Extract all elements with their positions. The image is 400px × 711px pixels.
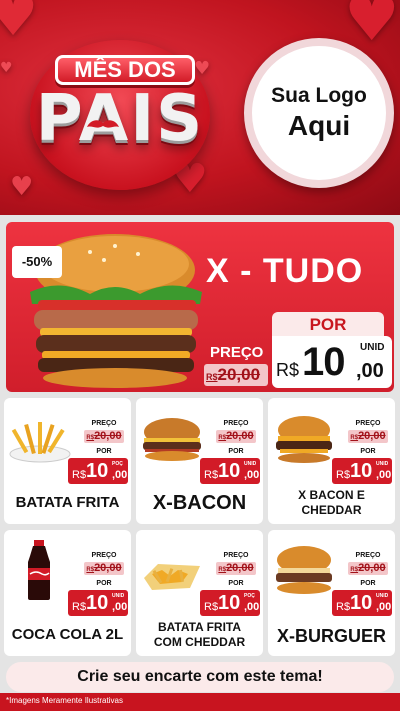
new-price: R$ 10 UNID ,00 (68, 590, 128, 616)
product-name: X-BACON (152, 492, 247, 514)
mustache-icon (87, 120, 119, 128)
new-price: R$ 10 UNID ,00 (272, 336, 392, 388)
footnote: *Imagens Meramente Ilustrativas (6, 696, 123, 705)
logo-line-1: Sua Logo (271, 84, 367, 107)
product-card: PREÇO R$20,00 POR R$ 10 POÇ ,00 BATATA FRIT… (136, 530, 263, 656)
product-name: BATATA FRITA (15, 494, 120, 511)
discount-badge: -50% (12, 246, 62, 278)
badge-main-text: PAIS (35, 82, 205, 156)
preco-label: PREÇO (91, 420, 117, 427)
product-name: COCA COLA 2L (11, 626, 124, 643)
old-price: R$20,00 (84, 430, 124, 443)
product-name: BATATA FRITA COM CHEDDAR (153, 620, 246, 649)
preco-label: PREÇO (223, 552, 249, 559)
featured-product-name: X - TUDO (206, 252, 364, 290)
product-name: X BACON E CHEDDAR (298, 488, 365, 517)
old-price: R$20,00 (348, 562, 388, 575)
burger-icon (276, 546, 332, 594)
burger-icon (143, 418, 201, 461)
product-card: PREÇO R$20,00 POR R$ 10 UNID ,00 X-BURGUER (268, 530, 395, 656)
featured-product-card: -50% X - TUDO POR PREÇO R$20,00 R$ 10 UN… (6, 222, 394, 392)
preco-label: PREÇO (355, 552, 381, 559)
product-card: PREÇO R$20,00 POR R$ 10 POÇ ,00 BATATA FRIT… (4, 398, 131, 524)
featured-price-block: POR PREÇO R$20,00 R$ 10 UNID ,00 (202, 312, 392, 390)
burger-icon (276, 416, 332, 463)
preco-label: PREÇO (91, 552, 117, 559)
badge-top-text: MÊS DOS (55, 55, 195, 85)
new-price: R$ 10 UNID ,00 (200, 458, 260, 484)
heart-icon: ♥ (0, 60, 13, 76)
por-label: POR (228, 580, 244, 587)
preco-label: PREÇO (223, 420, 249, 427)
product-name: X-BURGUER (276, 626, 386, 646)
heart-icon: ♥ (10, 172, 34, 202)
heart-icon: ♥ (0, 0, 39, 49)
header-banner: ♥ ♥ ♥ ♥ ♥ ♥ MÊS DOS PAIS Sua Logo Aqui (0, 0, 400, 215)
preco-label: PREÇO (355, 420, 381, 427)
old-price: R$20,00 (204, 364, 268, 386)
new-price: R$ 10 UNID ,00 (332, 458, 392, 484)
old-price: R$20,00 (216, 562, 256, 575)
old-price: R$20,00 (348, 430, 388, 443)
logo-placeholder: Sua Logo Aqui (244, 38, 394, 188)
fries-icon (9, 422, 71, 463)
new-price: R$ 10 UNID ,00 (332, 590, 392, 616)
old-price: R$20,00 (84, 562, 124, 575)
logo-line-2: Aqui (287, 110, 351, 141)
preco-label: PREÇO (210, 344, 264, 361)
por-label: POR (360, 580, 376, 587)
new-price: R$ 10 POÇ ,00 (68, 458, 128, 484)
product-card: PREÇO R$20,00 POR R$ 10 UNID ,00 X BACON E … (268, 398, 395, 524)
por-label: POR (360, 448, 376, 455)
por-label: POR (272, 312, 384, 338)
por-label: POR (96, 580, 112, 587)
product-card: PREÇO R$20,00 POR R$ 10 UNID ,00 X-BACON (136, 398, 263, 524)
product-card: PREÇO R$20,00 POR R$ 10 UNID ,00 COCA COLA … (4, 530, 131, 656)
soda-bottle-icon (28, 540, 50, 600)
por-label: POR (96, 448, 112, 455)
product-area: -50% X - TUDO POR PREÇO R$20,00 R$ 10 UN… (0, 215, 400, 711)
new-price: R$ 10 POÇ ,00 (200, 590, 260, 616)
fries-cheddar-icon (144, 564, 200, 590)
cta-banner[interactable]: Crie seu encarte com este tema! (6, 662, 394, 692)
por-label: POR (228, 448, 244, 455)
old-price: R$20,00 (216, 430, 256, 443)
